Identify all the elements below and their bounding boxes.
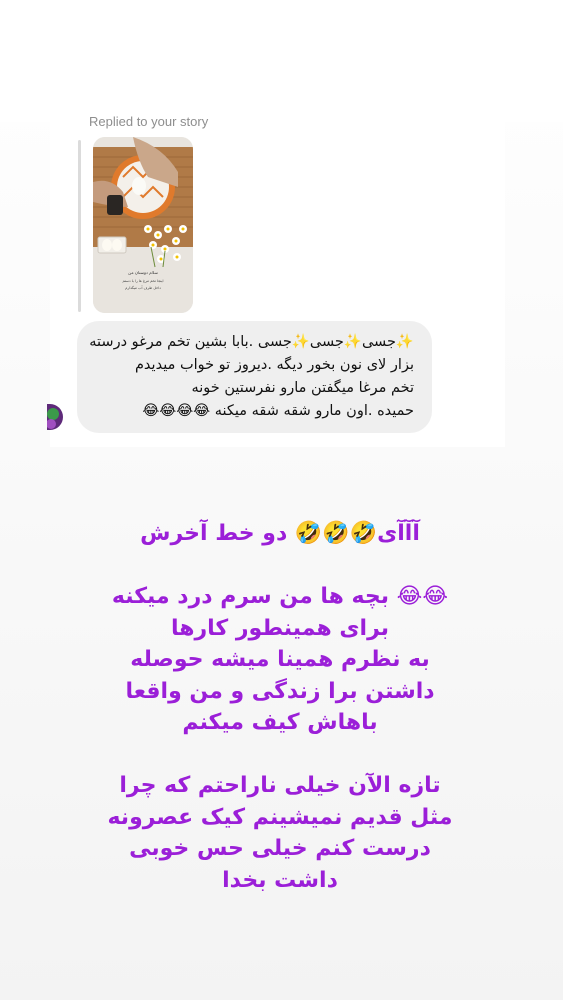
story-thumbnail[interactable]: سلام دوستان من اینجا تخم مرغ ها را با دس…: [93, 137, 193, 313]
replied-to-story-label: Replied to your story: [89, 114, 209, 129]
reply-quote-bar: [78, 140, 81, 312]
top-area: [0, 0, 563, 122]
message-bubble[interactable]: ✨جسی✨جسی✨جسی .بابا بشین تخم مرغو درسته ب…: [77, 321, 432, 433]
story-caption-line-2: اینجا تخم مرغ ها را با دستم: [122, 279, 163, 283]
story-caption-text: آآآی🤣🤣🤣 دو خط آخرش 😂😂 بچه ها من سرم درد …: [107, 521, 453, 893]
story-caption-line-1: سلام دوستان من: [128, 270, 158, 275]
message-text: ✨جسی✨جسی✨جسی .بابا بشین تخم مرغو درسته ب…: [89, 334, 414, 419]
story-image-icon: سلام دوستان من اینجا تخم مرغ ها را با دس…: [93, 137, 193, 313]
